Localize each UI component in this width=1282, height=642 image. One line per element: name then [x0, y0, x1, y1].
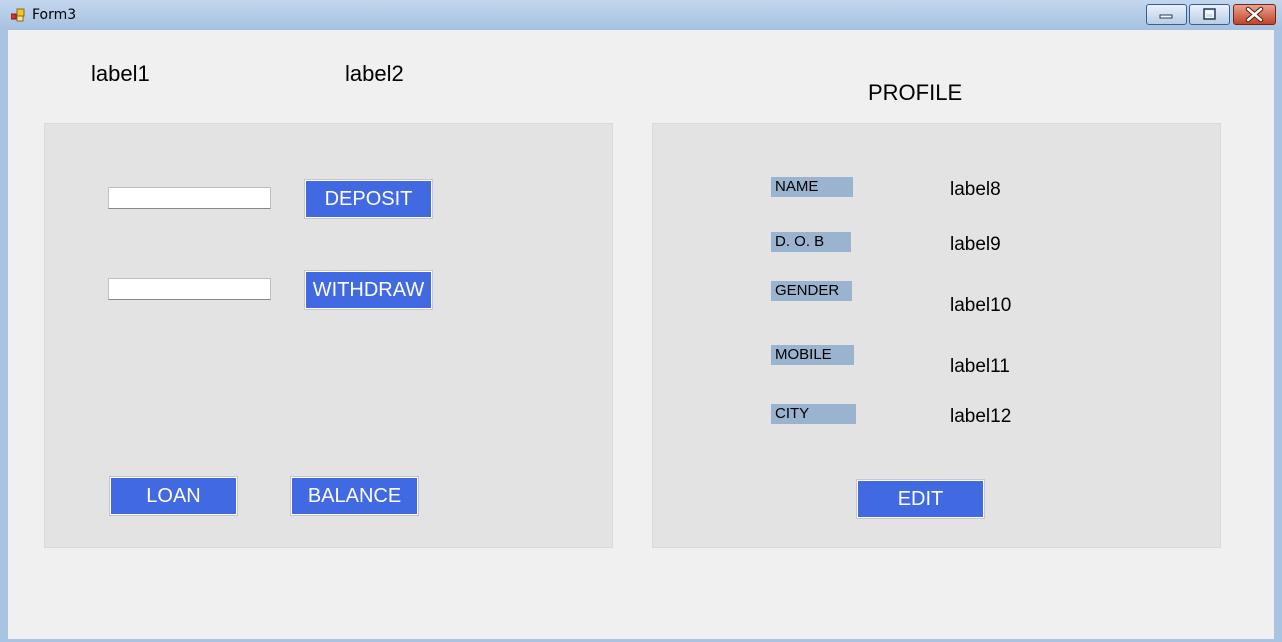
gender-value: label10	[950, 295, 1012, 316]
app-form-icon	[11, 8, 25, 22]
gender-field-label: GENDER	[771, 281, 852, 301]
profile-title: PROFILE	[868, 80, 963, 105]
city-field-label: CITY	[771, 404, 856, 424]
profile-panel: NAME label8 D. O. B label9 GENDER label1…	[652, 123, 1221, 548]
balance-button[interactable]: BALANCE	[290, 476, 419, 516]
edit-button[interactable]: EDIT	[856, 479, 985, 519]
window: Form3 label1 label2 PROFILE DEPOSIT WITH…	[0, 0, 1282, 642]
withdraw-button[interactable]: WITHDRAW	[304, 270, 433, 310]
form-client-area: label1 label2 PROFILE DEPOSIT WITHDRAW L…	[8, 30, 1274, 639]
maximize-icon	[1203, 8, 1216, 20]
name-value: label8	[950, 179, 1001, 200]
withdraw-amount-input[interactable]	[108, 278, 271, 300]
label1: label1	[91, 61, 150, 86]
deposit-amount-input[interactable]	[108, 187, 271, 209]
deposit-button[interactable]: DEPOSIT	[304, 179, 433, 219]
close-icon	[1245, 6, 1264, 23]
mobile-value: label11	[950, 356, 1010, 377]
dob-value: label9	[950, 234, 1001, 255]
minimize-button[interactable]	[1146, 4, 1187, 25]
city-value: label12	[950, 406, 1012, 427]
name-field-label: NAME	[771, 177, 853, 197]
dob-field-label: D. O. B	[771, 232, 851, 252]
mobile-field-label: MOBILE	[771, 345, 854, 365]
minimize-icon	[1159, 14, 1173, 19]
window-title: Form3	[32, 7, 77, 23]
label2: label2	[345, 61, 404, 86]
account-panel: DEPOSIT WITHDRAW LOAN BALANCE	[44, 123, 613, 548]
title-bar[interactable]: Form3	[0, 0, 1282, 30]
maximize-button[interactable]	[1189, 4, 1230, 25]
close-button[interactable]	[1233, 4, 1276, 25]
loan-button[interactable]: LOAN	[109, 476, 238, 516]
